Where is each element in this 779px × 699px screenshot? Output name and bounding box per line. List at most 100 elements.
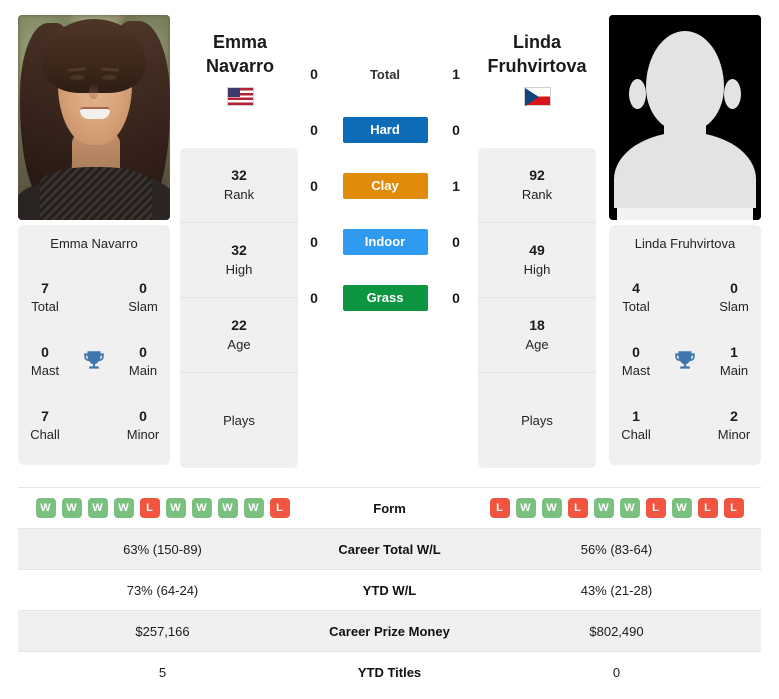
right-age-label: Age <box>525 336 549 352</box>
right-high-label: High <box>523 261 551 277</box>
form-badge-win[interactable]: W <box>217 498 238 518</box>
left-player-photo[interactable] <box>18 15 170 220</box>
silhouette-body <box>614 132 756 208</box>
titles-minor-value: 2 <box>730 407 738 424</box>
titles-mast: 0 Mast <box>18 343 72 379</box>
titles-chall-value: 7 <box>41 407 49 424</box>
titles-row-mast-main: 0 Mast 1 Main <box>609 329 761 393</box>
titles-row-total-slam: 7 Total 0 Slam <box>18 265 170 329</box>
titles-mast-value: 0 <box>632 343 640 360</box>
titles-main-label: Main <box>128 362 158 378</box>
left-ytd-wl: 73% (64-24) <box>126 582 199 598</box>
portrait-nose <box>89 83 98 99</box>
right-player-photo[interactable] <box>609 15 761 220</box>
right-high-cell: 49 High <box>478 223 596 298</box>
h2h-left-value: 0 <box>310 66 318 82</box>
form-badge-win[interactable]: W <box>165 498 186 518</box>
left-age-label: Age <box>227 336 251 352</box>
h2h-row-grass: 0 Grass 0 <box>300 284 470 312</box>
table-row-ytd-titles: 5 YTD Titles 0 <box>18 651 761 692</box>
form-badge-win[interactable]: W <box>541 498 562 518</box>
form-badge-win[interactable]: W <box>113 498 134 518</box>
form-badge-win[interactable]: W <box>671 498 692 518</box>
right-ytd-wl: 43% (21-28) <box>580 582 653 598</box>
form-badge-win[interactable]: W <box>243 498 264 518</box>
surface-button-indoor[interactable]: Indoor <box>342 229 428 255</box>
silhouette-base-strip <box>617 208 753 220</box>
right-plays-cell: Plays <box>478 373 596 468</box>
h2h-row-indoor: 0 Indoor 0 <box>300 228 470 256</box>
right-player-first-name: Linda <box>513 32 561 52</box>
surface-button-hard[interactable]: Hard <box>342 117 428 143</box>
h2h-right-value: 0 <box>452 122 460 138</box>
h2h-row-clay: 0 Clay 1 <box>300 172 470 200</box>
titles-minor: 2 Minor <box>707 407 761 443</box>
titles-minor-label: Minor <box>717 426 751 442</box>
titles-main: 1 Main <box>707 343 761 379</box>
form-badge-win[interactable]: W <box>61 498 82 518</box>
right-age-value: 18 <box>529 317 545 334</box>
right-plays-label: Plays <box>521 413 553 428</box>
player-comparison-page: Emma Navarro 0 Total 1 0 Hard 0 0 Clay 1… <box>0 0 779 699</box>
titles-chall: 1 Chall <box>609 407 663 443</box>
form-badge-win[interactable]: W <box>593 498 614 518</box>
form-badge-win[interactable]: W <box>35 498 56 518</box>
form-badge-loss[interactable]: L <box>567 498 588 518</box>
badge-list: WWWWLWWWWL <box>18 498 307 518</box>
titles-minor-label: Minor <box>126 426 160 442</box>
row-label-ytd-titles: YTD Titles <box>357 664 422 680</box>
avatar-placeholder-icon <box>609 15 761 220</box>
h2h-left-value: 0 <box>310 234 318 250</box>
right-player-titles-card: Linda Fruhvirtova 4 Total 0 Slam 0 Mast … <box>609 225 761 465</box>
left-card-player-name: Emma Navarro <box>50 236 138 251</box>
row-label-career-total-wl: Career Total W/L <box>338 541 441 557</box>
right-career-prize-money: $802,490 <box>589 623 644 639</box>
left-rank-label: Rank <box>223 186 255 202</box>
left-high-label: High <box>225 261 253 277</box>
form-badge-loss[interactable]: L <box>139 498 160 518</box>
left-age-cell: 22 Age <box>180 298 298 373</box>
h2h-label-total: Total <box>369 66 401 82</box>
h2h-row-total: 0 Total 1 <box>300 60 470 88</box>
left-ytd-titles: 5 <box>158 664 167 680</box>
titles-slam: 0 Slam <box>116 279 170 315</box>
form-badge-win[interactable]: W <box>515 498 536 518</box>
titles-chall: 7 Chall <box>18 407 72 443</box>
row-label-ytd-wl: YTD W/L <box>362 582 417 598</box>
titles-total: 7 Total <box>18 279 72 315</box>
form-badge-loss[interactable]: L <box>645 498 666 518</box>
form-badge-loss[interactable]: L <box>723 498 744 518</box>
surface-button-clay[interactable]: Clay <box>342 173 428 199</box>
form-badge-loss[interactable]: L <box>269 498 290 518</box>
titles-mast-label: Mast <box>30 362 60 378</box>
surface-button-grass[interactable]: Grass <box>342 285 428 311</box>
right-titles-grid: 4 Total 0 Slam 0 Mast 1 Main 1 Chall 2 M… <box>609 265 761 457</box>
titles-total-label: Total <box>31 298 59 314</box>
right-age-cell: 18 Age <box>478 298 596 373</box>
left-rank-value: 32 <box>231 167 247 184</box>
h2h-left-value: 0 <box>310 122 318 138</box>
form-badge-win[interactable]: W <box>619 498 640 518</box>
left-high-value: 32 <box>231 242 247 259</box>
trophy-icon <box>663 348 707 374</box>
titles-total-label: Total <box>622 298 650 314</box>
form-badge-win[interactable]: W <box>191 498 212 518</box>
form-badge-loss[interactable]: L <box>489 498 510 518</box>
head-to-head-column: 0 Total 1 0 Hard 0 0 Clay 1 0 Indoor 0 0 <box>300 60 470 312</box>
form-badge-win[interactable]: W <box>87 498 108 518</box>
portrait-clothing <box>40 167 152 220</box>
titles-main: 0 Main <box>116 343 170 379</box>
portrait-image <box>18 15 170 220</box>
silhouette-ear-right <box>724 79 741 109</box>
right-rank-label: Rank <box>521 186 553 202</box>
badge-list: LWWLWWLWLL <box>472 498 761 518</box>
portrait-eye-right <box>102 75 117 80</box>
form-badge-loss[interactable]: L <box>697 498 718 518</box>
right-form-badges: LWWLWWLWLL <box>472 498 761 518</box>
left-player-titles-card: Emma Navarro 7 Total 0 Slam 0 Mast 0 Mai… <box>18 225 170 465</box>
titles-mast: 0 Mast <box>609 343 663 379</box>
titles-mast-label: Mast <box>621 362 651 378</box>
left-career-total-wl: 63% (150-89) <box>123 541 202 557</box>
table-row-career-total-wl: 63% (150-89) Career Total W/L 56% (83-64… <box>18 528 761 569</box>
comparison-table: WWWWLWWWWL Form LWWLWWLWLL 63% (150-89) … <box>18 487 761 692</box>
